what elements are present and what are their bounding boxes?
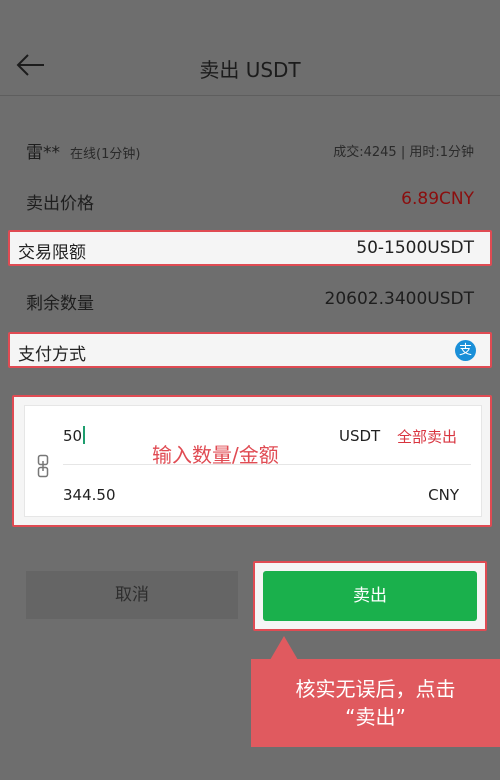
- cny-amount-input[interactable]: 344.50: [63, 486, 116, 504]
- remaining-row: 剩余数量 20602.3400USDT: [26, 289, 474, 314]
- callout-pointer: [270, 636, 298, 660]
- cancel-button[interactable]: 取消: [26, 571, 238, 619]
- seller-stats: 成交:4245 | 用时:1分钟: [333, 145, 474, 160]
- link-icon: [37, 454, 49, 478]
- instruction-callout: 核实无误后，点击 “卖出”: [251, 659, 500, 747]
- usdt-amount-input[interactable]: 50: [63, 426, 86, 445]
- usdt-unit-label: USDT: [339, 427, 381, 445]
- limit-row: 交易限额 50-1500USDT: [8, 230, 492, 266]
- page-title: 卖出 USDT: [199, 58, 301, 82]
- cny-unit-label: CNY: [428, 486, 459, 504]
- sell-button[interactable]: 卖出: [263, 571, 477, 621]
- sell-button-highlight: 卖出: [253, 561, 487, 631]
- remaining-label: 剩余数量: [26, 294, 94, 314]
- seller-row: 雷** 在线(1分钟) 成交:4245 | 用时:1分钟: [26, 138, 474, 163]
- payment-label: 支付方式: [18, 345, 86, 365]
- limit-value: 50-1500USDT: [356, 238, 474, 258]
- sell-all-button[interactable]: 全部卖出: [397, 426, 457, 447]
- price-label: 卖出价格: [26, 194, 94, 214]
- text-cursor: [83, 426, 86, 444]
- price-value: 6.89CNY: [401, 189, 474, 209]
- limit-label: 交易限额: [18, 243, 86, 263]
- price-row: 卖出价格 6.89CNY: [26, 189, 474, 214]
- seller-name: 雷**: [26, 143, 60, 163]
- payment-row[interactable]: 支付方式 支: [8, 332, 492, 368]
- seller-status: 在线(1分钟): [70, 147, 141, 162]
- top-bar: 卖出 USDT: [0, 0, 500, 96]
- usdt-amount-value: 50: [63, 427, 83, 445]
- callout-line-2: “卖出”: [345, 705, 406, 729]
- remaining-value: 20602.3400USDT: [324, 289, 474, 309]
- alipay-icon: 支: [455, 340, 476, 361]
- callout-line-1: 核实无误后，点击: [295, 677, 456, 701]
- input-hint-annotation: 输入数量/金额: [152, 443, 279, 467]
